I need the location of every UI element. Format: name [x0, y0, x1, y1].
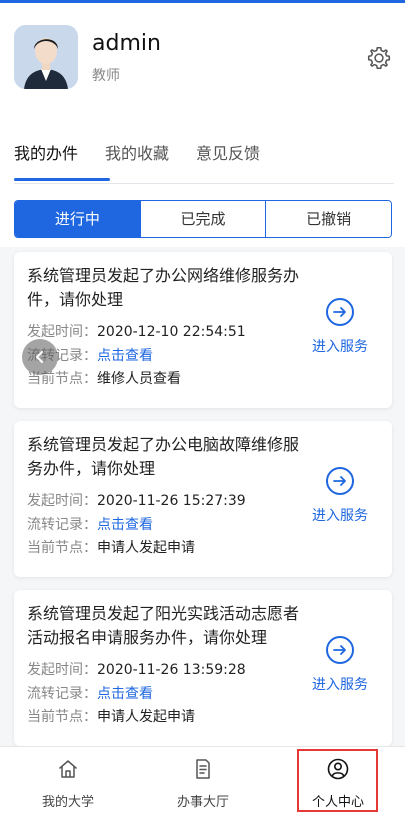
user-avatar-icon: [14, 25, 78, 89]
task-time-row: 发起时间：2020-11-26 15:27:39: [27, 491, 246, 511]
highlight-box: [297, 749, 378, 812]
task-time: 2020-11-26 15:27:39: [97, 493, 246, 509]
view-flow-link[interactable]: 点击查看: [97, 517, 153, 533]
tab-divider: [14, 183, 394, 184]
enter-service-button[interactable]: 进入服务: [300, 636, 380, 694]
task-card[interactable]: 系统管理员发起了办公电脑故障维修服务办件，请你处理 发起时间：2020-11-2…: [14, 421, 392, 577]
arrow-right-circle-icon: [326, 636, 354, 664]
gear-icon[interactable]: [366, 45, 392, 71]
enter-service-button[interactable]: 进入服务: [300, 467, 380, 525]
task-node: 申请人发起申请: [97, 709, 195, 725]
task-node: 维修人员查看: [97, 371, 181, 387]
task-time-row: 发起时间：2020-12-10 22:54:51: [27, 322, 246, 342]
enter-service-button[interactable]: 进入服务: [300, 298, 380, 356]
tab-feedback[interactable]: 意见反馈: [196, 143, 260, 185]
nav-my-university[interactable]: 我的大学: [13, 747, 123, 816]
enter-service-label: 进入服务: [312, 677, 368, 693]
task-node-row: 当前节点：申请人发起申请: [27, 707, 195, 727]
node-label: 当前节点：: [27, 540, 97, 556]
task-node-row: 当前节点：申请人发起申请: [27, 538, 195, 558]
filter-in-progress[interactable]: 进行中: [15, 201, 140, 237]
enter-service-label: 进入服务: [312, 508, 368, 524]
user-role: 教师: [92, 68, 120, 84]
avatar[interactable]: [14, 25, 78, 89]
time-label: 发起时间：: [27, 662, 97, 678]
task-time-row: 发起时间：2020-11-26 13:59:28: [27, 660, 246, 680]
document-icon: [196, 759, 210, 779]
time-label: 发起时间：: [27, 324, 97, 340]
filter-completed[interactable]: 已完成: [139, 201, 266, 237]
task-title: 系统管理员发起了办公网络维修服务办件，请你处理: [27, 266, 300, 309]
flow-label: 流转记录：: [27, 686, 97, 702]
profile-header: admin 教师 我的办件 我的收藏 意见反馈 进行中 已完成 已撤销: [0, 3, 405, 247]
task-flow-row: 流转记录：点击查看: [27, 515, 153, 535]
task-title: 系统管理员发起了办公电脑故障维修服务办件，请你处理: [27, 435, 300, 478]
task-card[interactable]: 系统管理员发起了阳光实践活动志愿者活动报名申请服务办件，请你处理 发起时间：20…: [14, 590, 392, 746]
tab-bar: 我的办件 我的收藏 意见反馈: [14, 143, 394, 185]
nav-label: 我的大学: [41, 795, 94, 810]
status-filter: 进行中 已完成 已撤销: [14, 200, 392, 238]
filter-revoked[interactable]: 已撤销: [265, 201, 391, 237]
nav-service-hall[interactable]: 办事大厅: [148, 747, 258, 816]
active-tab-indicator: [14, 178, 110, 181]
task-flow-row: 流转记录：点击查看: [27, 684, 153, 704]
view-flow-link[interactable]: 点击查看: [97, 686, 153, 702]
nav-label: 办事大厅: [176, 795, 229, 810]
enter-service-label: 进入服务: [312, 339, 368, 355]
task-card[interactable]: 系统管理员发起了办公网络维修服务办件，请你处理 发起时间：2020-12-10 …: [14, 252, 392, 408]
arrow-right-circle-icon: [326, 298, 354, 326]
home-icon: [59, 760, 77, 778]
task-node: 申请人发起申请: [97, 540, 195, 556]
tab-favorites[interactable]: 我的收藏: [105, 143, 169, 185]
node-label: 当前节点：: [27, 709, 97, 725]
floating-back-button[interactable]: [22, 339, 58, 375]
task-time: 2020-11-26 13:59:28: [97, 662, 246, 678]
time-label: 发起时间：: [27, 493, 97, 509]
task-time: 2020-12-10 22:54:51: [97, 324, 246, 340]
task-node-row: 当前节点：维修人员查看: [27, 369, 181, 389]
arrow-right-circle-icon: [326, 467, 354, 495]
task-title: 系统管理员发起了阳光实践活动志愿者活动报名申请服务办件，请你处理: [27, 604, 300, 647]
chevron-left-icon: [36, 351, 43, 363]
flow-label: 流转记录：: [27, 517, 97, 533]
view-flow-link[interactable]: 点击查看: [97, 348, 153, 364]
username: admin: [92, 31, 161, 56]
